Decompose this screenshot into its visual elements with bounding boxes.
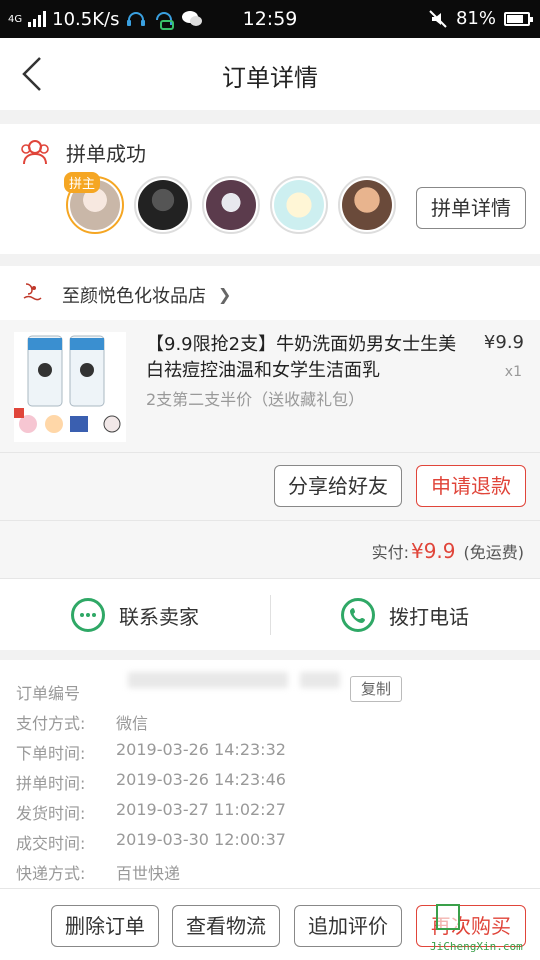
info-row: 支付方式: 微信 xyxy=(16,710,148,734)
order-item-card: 至颜悦色化妆品店 ❯ 【9.9限抢2支】牛奶洗面奶男女士生美白祛痘控油温和女学生… xyxy=(0,266,540,520)
info-row: 成交时间: 2019-03-30 12:00:37 xyxy=(16,830,286,854)
info-key: 拼单时间: xyxy=(16,774,86,793)
share-button[interactable]: 分享给好友 xyxy=(274,465,402,507)
info-value: 2019-03-27 11:02:27 xyxy=(116,800,286,819)
contact-seller-label: 联系卖家 xyxy=(119,604,199,629)
info-key: 成交时间: xyxy=(16,834,86,853)
order-info-card: 订单编号 复制 支付方式: 微信 下单时间: 2019-03-26 14:23:… xyxy=(0,660,540,890)
redacted-order-id xyxy=(128,672,288,688)
call-label: 拨打电话 xyxy=(389,604,469,629)
call-button[interactable]: 拨打电话 xyxy=(270,579,540,651)
payment-summary: 实付: ¥9.9 (免运费) xyxy=(0,520,540,578)
info-value: 百世快递 xyxy=(116,864,181,883)
status-bar: 4G 10.5K/s 12:59 81% xyxy=(0,0,540,38)
shop-name: 至颜悦色化妆品店 xyxy=(62,286,206,307)
shop-logo-icon xyxy=(23,283,42,301)
item-actions: 分享给好友 申请退款 xyxy=(0,452,540,520)
avatar[interactable] xyxy=(134,176,192,234)
info-value: 微信 xyxy=(116,714,149,733)
mute-icon xyxy=(429,9,447,28)
info-row: 下单时间: 2019-03-26 14:23:32 xyxy=(16,740,286,764)
info-row: 快递方式: 百世快递 xyxy=(16,860,180,884)
product-item[interactable]: 【9.9限抢2支】牛奶洗面奶男女士生美白祛痘控油温和女学生洁面乳 2支第二支半价… xyxy=(0,320,540,452)
info-key: 下单时间: xyxy=(16,744,86,763)
avatar[interactable] xyxy=(338,176,396,234)
battery-fill xyxy=(507,14,524,23)
redacted-order-id xyxy=(300,672,340,688)
battery-icon xyxy=(504,11,533,26)
watermark: JiChengXin.com xyxy=(426,900,538,958)
add-review-button[interactable]: 追加评价 xyxy=(294,905,402,947)
product-quantity: x1 xyxy=(504,364,522,380)
group-buy-card: 拼单成功 拼主 拼单详情 xyxy=(0,124,540,254)
info-value: 2019-03-26 14:23:32 xyxy=(116,740,286,759)
chat-icon xyxy=(71,598,105,632)
nav-header: 订单详情 xyxy=(0,38,540,110)
contact-seller-button[interactable]: 联系卖家 xyxy=(0,579,270,651)
group-detail-button[interactable]: 拼单详情 xyxy=(416,187,526,229)
product-name: 【9.9限抢2支】牛奶洗面奶男女士生美白祛痘控油温和女学生洁面乳 xyxy=(146,334,457,381)
info-row-order-id: 订单编号 xyxy=(16,680,116,704)
phone-icon xyxy=(341,598,375,632)
paid-amount: ¥9.9 xyxy=(410,539,456,563)
chevron-right-icon: ❯ xyxy=(218,285,232,304)
product-price: ¥9.9 xyxy=(483,332,524,353)
info-key: 快递方式: xyxy=(16,864,86,883)
avatar[interactable] xyxy=(270,176,328,234)
battery-percent: 81% xyxy=(455,8,496,29)
info-key: 订单编号 xyxy=(16,684,81,703)
watermark-text: JiChengXin.com xyxy=(430,940,523,953)
info-value: 2019-03-26 14:23:46 xyxy=(116,770,286,789)
shop-link[interactable]: 至颜悦色化妆品店 ❯ xyxy=(0,266,540,320)
product-spec: 2支第二支半价（送收藏礼包） xyxy=(146,390,365,409)
avatar[interactable] xyxy=(202,176,260,234)
group-member-avatars: 拼主 xyxy=(64,172,396,234)
info-key: 发货时间: xyxy=(16,804,86,823)
delete-order-button[interactable]: 删除订单 xyxy=(51,905,159,947)
refund-button[interactable]: 申请退款 xyxy=(416,465,526,507)
watermark-logo-icon xyxy=(436,904,460,930)
product-thumbnail xyxy=(14,332,126,442)
avatar-leader[interactable]: 拼主 xyxy=(64,172,124,234)
view-logistics-button[interactable]: 查看物流 xyxy=(172,905,280,947)
group-people-icon xyxy=(21,140,49,165)
copy-button[interactable]: 复制 xyxy=(350,676,402,702)
info-row: 拼单时间: 2019-03-26 14:23:46 xyxy=(16,770,286,794)
info-row: 发货时间: 2019-03-27 11:02:27 xyxy=(16,800,286,824)
page-title: 订单详情 xyxy=(222,64,318,92)
shipping-note: (免运费) xyxy=(463,543,525,562)
info-value: 2019-03-30 12:00:37 xyxy=(116,830,286,849)
contact-bar: 联系卖家 拨打电话 xyxy=(0,578,540,650)
paid-label: 实付: xyxy=(371,543,409,562)
group-status-title: 拼单成功 xyxy=(66,142,146,166)
info-key: 支付方式: xyxy=(16,714,86,733)
leader-badge: 拼主 xyxy=(64,172,101,193)
